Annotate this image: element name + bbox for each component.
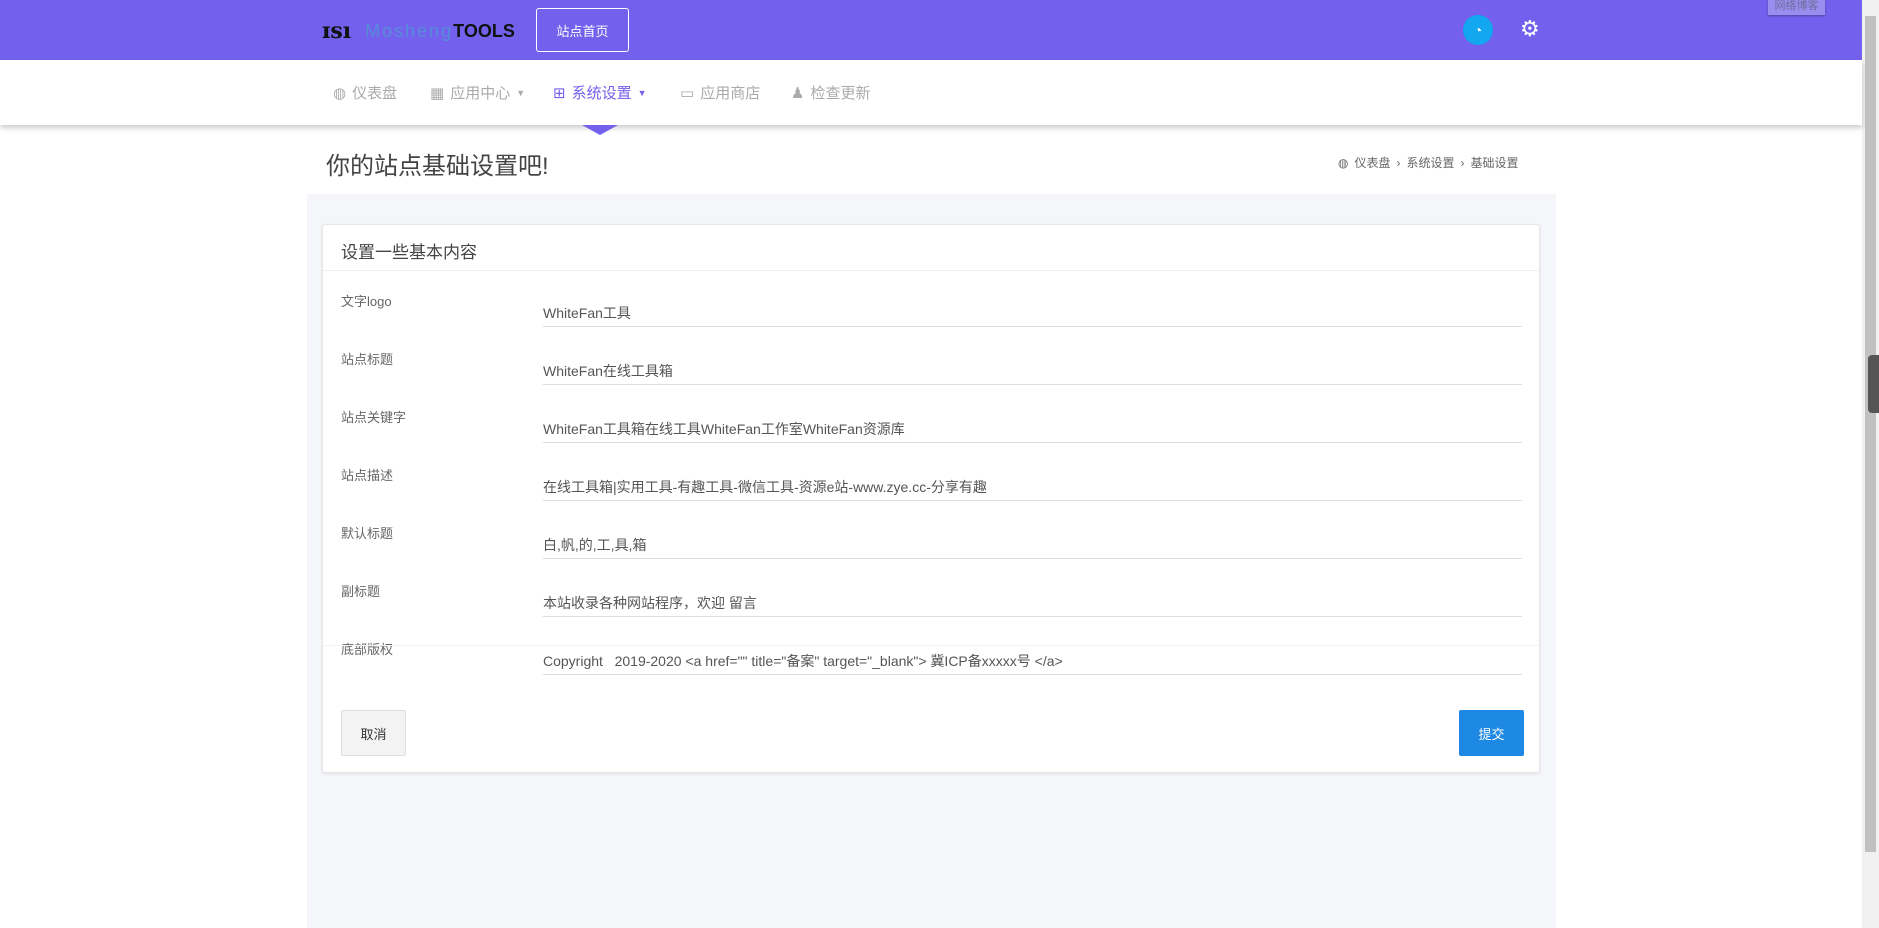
breadcrumb-item: 基础设置 — [1470, 156, 1519, 170]
nav-label: 应用商店 — [700, 85, 761, 102]
logo-text: TOOLS — [453, 20, 515, 41]
field-site-title: 站点标题 — [323, 349, 1539, 407]
keywords-input[interactable] — [543, 415, 1522, 443]
nav-app-center[interactable]: ▦ 应用中心 ▼ — [430, 82, 525, 103]
nav-label: 仪表盘 — [352, 85, 398, 102]
field-label: 默认标题 — [341, 526, 394, 541]
dashboard-icon: ◍ — [333, 84, 347, 102]
gear-icon[interactable]: ⚙ — [1520, 16, 1540, 42]
main-nav: ◍ 仪表盘 ▦ 应用中心 ▼ ⊞ 系统设置 ▼ ▭ 应用商店 ♟ 检查更新 — [0, 60, 1862, 125]
breadcrumb: ◍ 仪表盘 › 系统设置 › 基础设置 — [1338, 154, 1519, 171]
site-title-input[interactable] — [543, 357, 1522, 385]
nav-label: 检查更新 — [810, 85, 871, 102]
caret-down-icon: ▼ — [637, 87, 647, 98]
chevron-right-icon: › — [1460, 155, 1465, 170]
nav-system-settings[interactable]: ⊞ 系统设置 ▼ — [553, 82, 647, 103]
top-header: ɪsı Mosheng TOOLS 站点首页 ◔ ⚙ 网络博客 — [0, 0, 1862, 60]
field-label: 站点描述 — [341, 468, 394, 483]
laptop-icon: ▭ — [680, 84, 695, 102]
field-subtitle: 副标题 — [323, 581, 1539, 639]
chevron-right-icon: › — [1396, 155, 1401, 170]
table-icon: ⊞ — [553, 84, 566, 102]
field-description: 站点描述 — [323, 465, 1539, 523]
nav-app-store[interactable]: ▭ 应用商店 — [680, 82, 760, 103]
logo-mark: ɪsı — [322, 18, 352, 44]
breadcrumb-item[interactable]: 仪表盘 — [1354, 154, 1390, 171]
card-footer: 取消 提交 — [323, 645, 1539, 773]
breadcrumb-item[interactable]: 系统设置 — [1407, 154, 1455, 171]
settings-card: 设置一些基本内容 文字logo 站点标题 站点关键字 站点描述 默认标题 副标题… — [322, 224, 1540, 773]
nav-label: 应用中心 — [450, 85, 511, 102]
description-input[interactable] — [543, 473, 1522, 501]
blog-tab[interactable]: 网络博客 — [1768, 0, 1825, 15]
field-default-title: 默认标题 — [323, 523, 1539, 581]
text-logo-input[interactable] — [543, 299, 1522, 327]
dashboard-icon: ◍ — [1338, 155, 1349, 170]
site-home-button[interactable]: 站点首页 — [536, 8, 629, 52]
scrollbar[interactable] — [1862, 0, 1879, 928]
field-label: 站点关键字 — [341, 410, 407, 425]
field-label: 站点标题 — [341, 352, 394, 367]
side-widget[interactable] — [1868, 355, 1879, 413]
page-title: 你的站点基础设置吧! — [326, 153, 549, 180]
logo-faint-text: Mosheng — [365, 20, 454, 41]
cancel-button[interactable]: 取消 — [341, 710, 406, 756]
caret-down-icon: ▼ — [516, 87, 526, 98]
subtitle-input[interactable] — [543, 589, 1522, 617]
nav-check-update[interactable]: ♟ 检查更新 — [791, 82, 870, 103]
nav-dashboard[interactable]: ◍ 仪表盘 — [333, 82, 397, 103]
default-title-input[interactable] — [543, 531, 1522, 559]
card-title: 设置一些基本内容 — [323, 225, 1539, 271]
field-keywords: 站点关键字 — [323, 407, 1539, 465]
scrollbar-thumb[interactable] — [1865, 16, 1876, 852]
submit-button[interactable]: 提交 — [1459, 710, 1524, 756]
field-label: 副标题 — [341, 584, 381, 599]
field-label: 文字logo — [341, 294, 392, 309]
nav-label: 系统设置 — [571, 85, 632, 102]
site-logo[interactable]: ɪsı Mosheng TOOLS — [322, 18, 515, 44]
qq-icon[interactable]: ◔ — [1463, 15, 1493, 45]
puzzle-icon: ♟ — [791, 84, 805, 102]
field-text-logo: 文字logo — [323, 291, 1539, 349]
grid-icon: ▦ — [430, 84, 445, 102]
active-indicator — [582, 125, 618, 135]
